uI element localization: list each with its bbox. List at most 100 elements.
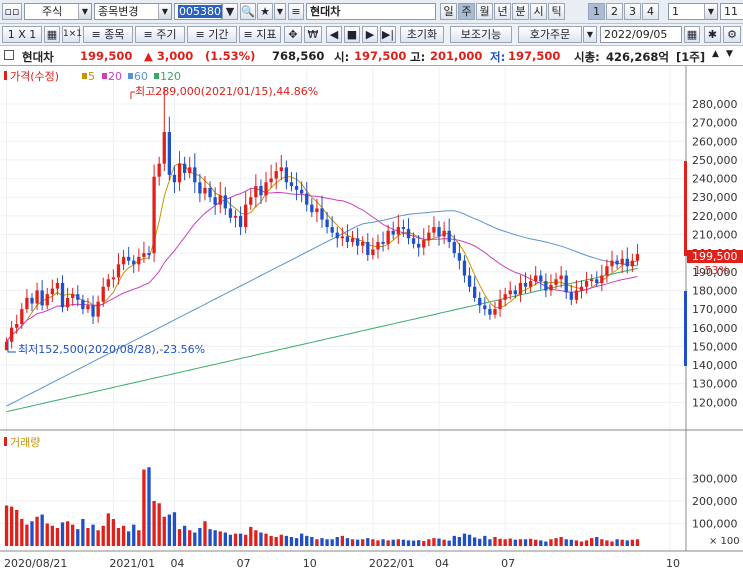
volume-bar (299, 533, 304, 546)
candle (188, 167, 192, 173)
volume-bar (86, 528, 90, 546)
tab-period-6[interactable]: 틱 (548, 3, 565, 20)
arrow-down-icon[interactable]: ▼ (274, 3, 286, 20)
order-dropdown[interactable]: ▼ (583, 26, 597, 43)
candle (111, 277, 116, 280)
item-button[interactable]: ≡ 종목 (83, 26, 133, 43)
tab-period-5[interactable]: 시 (530, 3, 547, 20)
price-axis-label: 210,000 (692, 229, 738, 242)
count-right-field[interactable]: 11 (720, 3, 743, 20)
time-axis-label: 2021/01 (109, 557, 155, 570)
volume-bar (457, 537, 462, 546)
volume-bar (172, 512, 177, 546)
candle (71, 294, 75, 298)
volume-bar (381, 539, 385, 546)
news-icon[interactable]: ≡ (288, 3, 304, 20)
window-menu-button[interactable]: ▫▫ (2, 3, 22, 20)
won-icon[interactable]: ₩ (304, 26, 322, 43)
market-select[interactable]: 주식 ▼ (24, 3, 92, 20)
candle (508, 290, 512, 295)
count-select[interactable]: 1 ▼ (668, 3, 718, 20)
volume-bar (610, 541, 614, 546)
volume-bar (488, 539, 492, 546)
legend-volume: 거래량 (10, 436, 40, 449)
volume-bar (584, 540, 589, 546)
volume-bar (534, 539, 538, 546)
scroll-down-icon[interactable]: ▼ (726, 49, 733, 59)
indicator-button[interactable]: ≡ 지표 (239, 26, 281, 43)
candle (55, 283, 60, 289)
candle (264, 182, 268, 196)
quote-cap: 426,268억 (606, 50, 669, 64)
candle (417, 243, 421, 248)
candle (233, 215, 238, 218)
tab-period-3[interactable]: 년 (494, 3, 511, 20)
settings-icon[interactable]: ⚙ (723, 26, 741, 43)
candle (101, 286, 105, 302)
candle (279, 167, 283, 172)
candle (81, 299, 85, 310)
star-icon[interactable]: ★ (257, 3, 273, 20)
candle (345, 236, 350, 242)
volume-bar (244, 534, 248, 546)
tab-num-3[interactable]: 4 (642, 3, 659, 20)
layout-1x1-icon[interactable]: 1×1 (62, 26, 82, 43)
tab-period-0[interactable]: 일 (440, 3, 457, 20)
period-button[interactable]: ≡ 주기 (135, 26, 185, 43)
tab-period-4[interactable]: 분 (512, 3, 529, 20)
grid-icon[interactable]: ▦ (44, 26, 60, 43)
layout-button[interactable]: 1 X 1 (2, 26, 42, 43)
stock-code-input[interactable]: 005380 (174, 3, 222, 20)
volume-bar (188, 530, 192, 546)
candle (381, 241, 385, 244)
tab-num-1[interactable]: 2 (606, 3, 623, 20)
crosshair-icon[interactable]: ✥ (284, 26, 302, 43)
scroll-up-icon[interactable]: ▲ (712, 49, 719, 59)
order-button[interactable]: 호가주문 (518, 26, 582, 43)
nav-end-icon[interactable]: ▶| (380, 26, 396, 43)
volume-bar (590, 538, 594, 546)
volume-bar (386, 540, 390, 546)
volume-bar (132, 524, 136, 546)
chevron-down-icon[interactable]: ▼ (704, 4, 717, 19)
date-input[interactable]: 2022/09/05 (600, 26, 682, 43)
volume-bar (121, 525, 126, 546)
candle (411, 238, 416, 244)
chevron-down-icon[interactable]: ▼ (158, 4, 171, 19)
range-button[interactable]: ≡ 기간 (187, 26, 237, 43)
volume-bar (523, 539, 528, 546)
quote-checkbox[interactable] (4, 50, 14, 60)
time-axis-label: 04 (435, 557, 449, 570)
candle (152, 176, 156, 254)
candle (579, 286, 584, 291)
price-chart[interactable]: 280,000 270,000 260,000 250,000 240,000 230,0… (0, 66, 743, 572)
search-icon[interactable]: 🔍 (240, 3, 256, 20)
candle (121, 256, 126, 265)
price-axis-label: 180,000 (692, 284, 738, 297)
candle (91, 305, 95, 317)
price-axis-label: 120,000 (692, 396, 738, 409)
volume-bar (396, 539, 400, 546)
volume-bar (223, 532, 227, 546)
nav-next-icon[interactable]: ▶ (362, 26, 378, 43)
nav-prev-icon[interactable]: ◀ (326, 26, 342, 43)
tab-num-2[interactable]: 3 (624, 3, 641, 20)
volume-bar (539, 540, 543, 546)
chevron-down-icon[interactable]: ▼ (78, 4, 91, 19)
gear-icon[interactable]: ✱ (704, 26, 721, 43)
code-dropdown-button[interactable]: ▼ (222, 3, 238, 20)
stock-change-select[interactable]: 종목변경 ▼ (94, 3, 172, 20)
candle (50, 288, 54, 295)
time-axis-label: 2020/08/21 (4, 557, 67, 570)
volume-bar (452, 535, 456, 546)
tab-num-0[interactable]: 1 (588, 3, 605, 20)
tab-period-1[interactable]: 주 (458, 3, 475, 20)
nav-stop-icon[interactable]: ■ (344, 26, 360, 43)
candle (371, 249, 375, 256)
aux-button[interactable]: 보조기능 (450, 26, 512, 43)
volume-bar (417, 540, 421, 546)
tab-period-2[interactable]: 월 (476, 3, 493, 20)
volume-bar (35, 516, 39, 546)
calendar-icon[interactable]: ▦ (684, 26, 700, 43)
reset-button[interactable]: 초기화 (400, 26, 444, 43)
